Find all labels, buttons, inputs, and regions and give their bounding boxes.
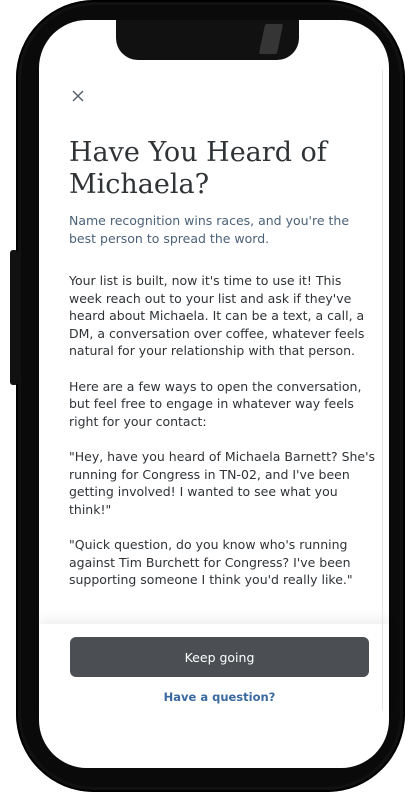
close-icon[interactable] xyxy=(70,88,90,108)
body-paragraph: "Quick question, do you know who's runni… xyxy=(69,537,353,587)
modal-title: Have You Heard of Michaela? xyxy=(69,137,327,200)
scroll-track xyxy=(382,70,383,710)
body-paragraph: Your list is built, now it's time to use… xyxy=(69,273,365,358)
modal-subtitle: Name recognition wins races, and you're … xyxy=(69,213,350,246)
body-paragraph: "Hey, have you heard of Michaela Barnett… xyxy=(69,449,376,517)
keep-going-button[interactable]: Keep going xyxy=(70,637,369,677)
modal-body: Your list is built, now it's time to use… xyxy=(69,272,377,607)
phone-side-button xyxy=(10,250,18,385)
have-a-question-link[interactable]: Have a question? xyxy=(70,690,369,704)
body-paragraph: Here are a few ways to open the conversa… xyxy=(69,378,362,429)
